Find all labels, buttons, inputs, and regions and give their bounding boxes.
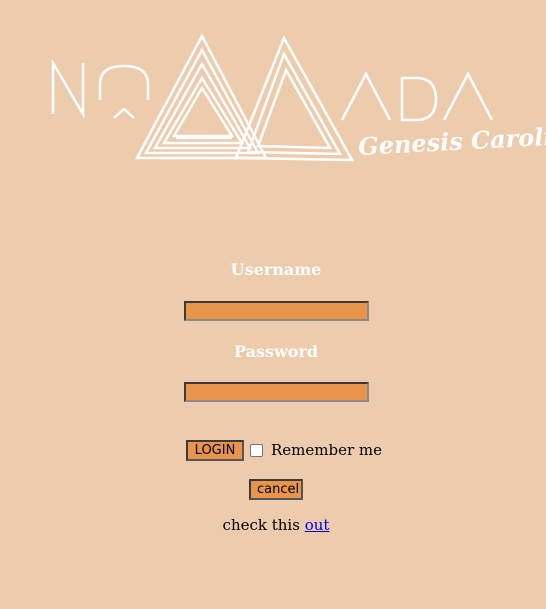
login-page: Genesis Carolina Username Password LOGIN… xyxy=(0,0,546,609)
password-input[interactable] xyxy=(184,382,369,402)
login-button[interactable]: LOGIN xyxy=(186,440,244,461)
footer-prefix: check this xyxy=(222,516,305,534)
footer-text: check this out xyxy=(0,516,546,534)
username-input[interactable] xyxy=(184,301,369,321)
password-label: Password xyxy=(233,342,319,361)
remember-me-row: Remember me xyxy=(250,440,382,460)
cancel-button[interactable]: cancel xyxy=(249,479,303,500)
nomada-logo xyxy=(51,33,494,162)
check-out-link[interactable]: out xyxy=(305,516,330,534)
remember-me-label: Remember me xyxy=(271,441,383,459)
username-label: Username xyxy=(230,260,322,279)
remember-me-checkbox[interactable] xyxy=(250,443,263,457)
